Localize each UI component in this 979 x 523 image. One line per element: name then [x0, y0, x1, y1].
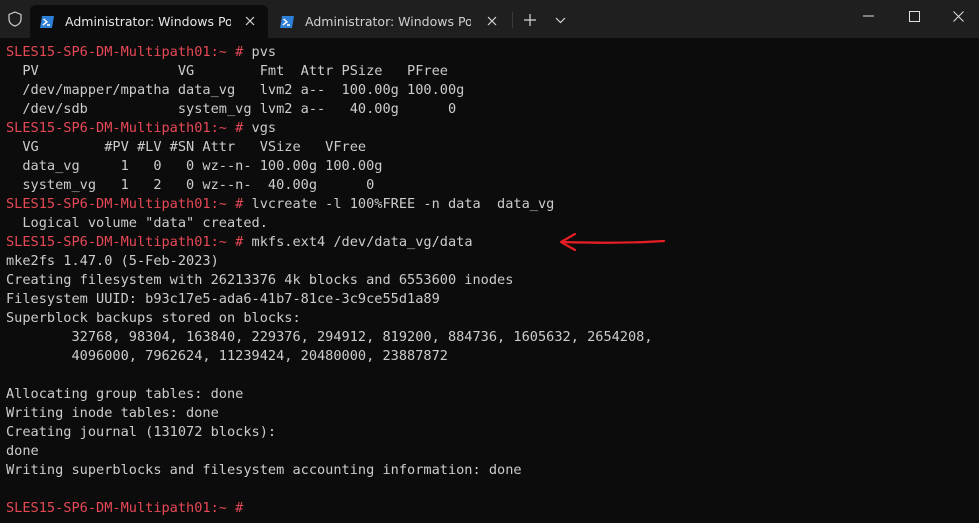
command-text: lvcreate -l 100%FREE -n data data_vg — [243, 196, 555, 212]
terminal-line: Creating journal (131072 blocks): — [6, 423, 653, 442]
output-text: Allocating group tables: done — [6, 386, 244, 402]
maximize-button[interactable] — [891, 0, 937, 32]
terminal-line: Filesystem UUID: b93c17e5-ada6-41b7-81ce… — [6, 290, 653, 309]
terminal-line: 32768, 98304, 163840, 229376, 294912, 81… — [6, 328, 653, 347]
output-text: Writing inode tables: done — [6, 405, 219, 421]
terminal-line: SLES15-SP6-DM-Multipath01:~ # — [6, 499, 653, 518]
terminal-line: data_vg 1 0 0 wz--n- 100.00g 100.00g — [6, 157, 653, 176]
terminal-line: done — [6, 442, 653, 461]
output-text: Superblock backups stored on blocks: — [6, 310, 301, 326]
output-text: Creating journal (131072 blocks): — [6, 424, 277, 440]
plus-icon — [524, 14, 536, 26]
terminal-lines: SLES15-SP6-DM-Multipath01:~ # pvs PV VG … — [6, 43, 653, 518]
terminal-line: Allocating group tables: done — [6, 385, 653, 404]
window-close-button[interactable] — [937, 0, 979, 32]
terminal-line: SLES15-SP6-DM-Multipath01:~ # vgs — [6, 119, 653, 138]
tab-powershell-2[interactable]: Administrator: Windows PowerShell — [270, 5, 510, 38]
powershell-icon — [280, 15, 294, 28]
shield-icon — [6, 10, 24, 28]
terminal-line: Writing inode tables: done — [6, 404, 653, 423]
close-icon[interactable] — [484, 13, 500, 29]
output-text: Filesystem UUID: b93c17e5-ada6-41b7-81ce… — [6, 291, 440, 307]
output-text: /dev/mapper/mpatha data_vg lvm2 a-- 100.… — [6, 82, 465, 98]
command-text: mkfs.ext4 /dev/data_vg/data — [243, 234, 473, 250]
minimize-button[interactable] — [845, 0, 891, 32]
terminal-line: 4096000, 7962624, 11239424, 20480000, 23… — [6, 347, 653, 366]
terminal-line: SLES15-SP6-DM-Multipath01:~ # lvcreate -… — [6, 195, 653, 214]
output-text: /dev/sdb system_vg lvm2 a-- 40.00g 0 — [6, 101, 457, 117]
new-tab-button[interactable] — [519, 9, 541, 31]
terminal-line: system_vg 1 2 0 wz--n- 40.00g 0 — [6, 176, 653, 195]
output-text: 4096000, 7962624, 11239424, 20480000, 23… — [6, 348, 448, 364]
output-text: Creating filesystem with 26213376 4k blo… — [6, 272, 514, 288]
powershell-icon — [40, 15, 54, 28]
shell-prompt: SLES15-SP6-DM-Multipath01:~ # — [6, 44, 244, 60]
tab-label: Administrator: Windows PowerShell — [305, 14, 471, 29]
shell-prompt: SLES15-SP6-DM-Multipath01:~ # — [6, 196, 244, 212]
red-arrow-icon — [559, 232, 666, 252]
terminal-line: VG #PV #LV #SN Attr VSize VFree — [6, 138, 653, 157]
minimize-icon — [862, 15, 874, 17]
output-text: PV VG Fmt Attr PSize PFree — [6, 63, 448, 79]
chevron-down-icon — [555, 17, 565, 23]
shell-prompt: SLES15-SP6-DM-Multipath01:~ # — [6, 234, 244, 250]
output-text: VG #PV #LV #SN Attr VSize VFree — [6, 139, 367, 155]
tab-label: Administrator: Windows PowerShell — [65, 14, 231, 29]
terminal-output[interactable]: SLES15-SP6-DM-Multipath01:~ # pvs PV VG … — [0, 38, 979, 523]
terminal-line: Superblock backups stored on blocks: — [6, 309, 653, 328]
terminal-line: Creating filesystem with 26213376 4k blo… — [6, 271, 653, 290]
terminal-line: /dev/mapper/mpatha data_vg lvm2 a-- 100.… — [6, 81, 653, 100]
tab-dropdown-button[interactable] — [549, 9, 571, 31]
terminal-line: PV VG Fmt Attr PSize PFree — [6, 62, 653, 81]
output-text: system_vg 1 2 0 wz--n- 40.00g 0 — [6, 177, 375, 193]
tab-separator — [512, 12, 513, 28]
output-text: Logical volume "data" created. — [6, 215, 268, 231]
tab-powershell-1[interactable]: Administrator: Windows PowerShell — [30, 5, 268, 38]
close-icon[interactable] — [242, 13, 258, 29]
command-text: vgs — [243, 120, 277, 136]
output-text: mke2fs 1.47.0 (5-Feb-2023) — [6, 253, 219, 269]
terminal-line: SLES15-SP6-DM-Multipath01:~ # pvs — [6, 43, 653, 62]
output-text: done — [6, 443, 39, 459]
terminal-line: /dev/sdb system_vg lvm2 a-- 40.00g 0 — [6, 100, 653, 119]
output-text: 32768, 98304, 163840, 229376, 294912, 81… — [6, 329, 653, 345]
close-icon — [952, 10, 964, 22]
title-bar: Administrator: Windows PowerShell Admini… — [0, 0, 979, 38]
output-text: Writing superblocks and filesystem accou… — [6, 462, 522, 478]
terminal-line: Writing superblocks and filesystem accou… — [6, 461, 653, 480]
shell-prompt: SLES15-SP6-DM-Multipath01:~ # — [6, 120, 244, 136]
maximize-icon — [908, 10, 920, 22]
command-text: pvs — [243, 44, 277, 60]
output-text: data_vg 1 0 0 wz--n- 100.00g 100.00g — [6, 158, 383, 174]
shell-prompt: SLES15-SP6-DM-Multipath01:~ # — [6, 500, 244, 516]
